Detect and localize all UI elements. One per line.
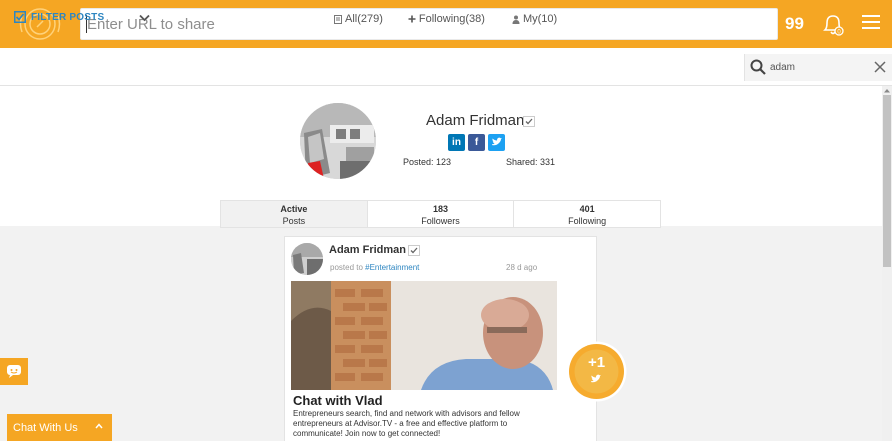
filter-posts-label: FILTER POSTS — [31, 11, 105, 23]
chevron-up-icon[interactable] — [95, 423, 103, 429]
scroll-up-arrow-icon[interactable] — [883, 87, 891, 94]
profile-name[interactable]: Adam Fridman — [426, 112, 524, 129]
post-image[interactable] — [291, 281, 557, 390]
post-title[interactable]: Chat with Vlad — [293, 393, 383, 408]
stat-value: 401 — [579, 204, 595, 214]
post-author-name[interactable]: Adam Fridman — [329, 244, 406, 256]
search-icon[interactable] — [750, 59, 766, 75]
tab-active-posts[interactable]: Active Posts — [221, 201, 368, 227]
tab-followers[interactable]: 183 Followers — [368, 201, 515, 227]
linkedin-icon[interactable]: in — [448, 134, 465, 151]
person-icon — [512, 15, 520, 24]
chat-side-tab[interactable] — [0, 358, 28, 385]
verified-badge — [408, 245, 420, 256]
tab-following-label: Following(38) — [418, 13, 485, 25]
category-link[interactable]: #Entertainment — [365, 263, 419, 272]
search-input[interactable] — [770, 58, 860, 76]
feed-tabs: All(279) Following(38) My(10) — [334, 13, 557, 25]
close-icon[interactable] — [874, 61, 886, 73]
filter-posts-toggle[interactable]: FILTER POSTS — [14, 11, 104, 23]
tab-my-label: My(10) — [522, 13, 558, 25]
plus-one-button[interactable]: +1 — [566, 341, 627, 402]
posted-to-text: posted to — [330, 263, 366, 272]
document-icon — [334, 14, 342, 24]
chevron-down-icon[interactable] — [139, 14, 150, 22]
plus-one-label: +1 — [588, 354, 605, 371]
twitter-icon[interactable] — [488, 134, 505, 151]
posted-count: Posted: 123 — [403, 157, 452, 167]
plus-icon — [408, 15, 416, 23]
verified-badge — [523, 116, 535, 127]
chat-with-us-label: Chat With Us — [13, 421, 78, 434]
shared-count: Shared: 331 — [506, 157, 556, 167]
tab-my[interactable]: My(10) — [512, 13, 557, 25]
tab-following-users[interactable]: 401 Following — [514, 201, 660, 227]
stat-label: Followers — [421, 216, 460, 226]
bell-icon[interactable]: 0 — [821, 12, 845, 38]
checkbox-icon[interactable] — [14, 11, 26, 23]
stat-label: Following — [568, 216, 607, 226]
stat-value: Active — [280, 204, 308, 214]
points-counter[interactable]: 99 — [785, 14, 804, 34]
tab-all[interactable]: All(279) — [334, 13, 383, 25]
post-meta: posted to #Entertainment — [330, 263, 419, 272]
stat-label: Posts — [282, 216, 306, 226]
profile-stats-tabs: Active Posts 183 Followers 401 Following — [220, 200, 661, 228]
post-timestamp: 28 d ago — [506, 263, 538, 272]
tab-all-label: All(279) — [345, 13, 383, 25]
chat-bubble-icon — [7, 365, 21, 378]
check-icon — [525, 118, 533, 125]
stat-value: 183 — [432, 204, 449, 214]
profile-avatar — [300, 103, 376, 179]
menu-icon[interactable] — [862, 15, 880, 29]
check-icon — [410, 247, 418, 254]
scrollbar-thumb[interactable] — [883, 95, 891, 267]
post-description: Entrepreneurs search, find and network w… — [293, 409, 520, 438]
tab-following[interactable]: Following(38) — [408, 13, 485, 25]
facebook-icon[interactable]: f — [468, 134, 485, 151]
post-author-avatar[interactable] — [291, 243, 323, 275]
